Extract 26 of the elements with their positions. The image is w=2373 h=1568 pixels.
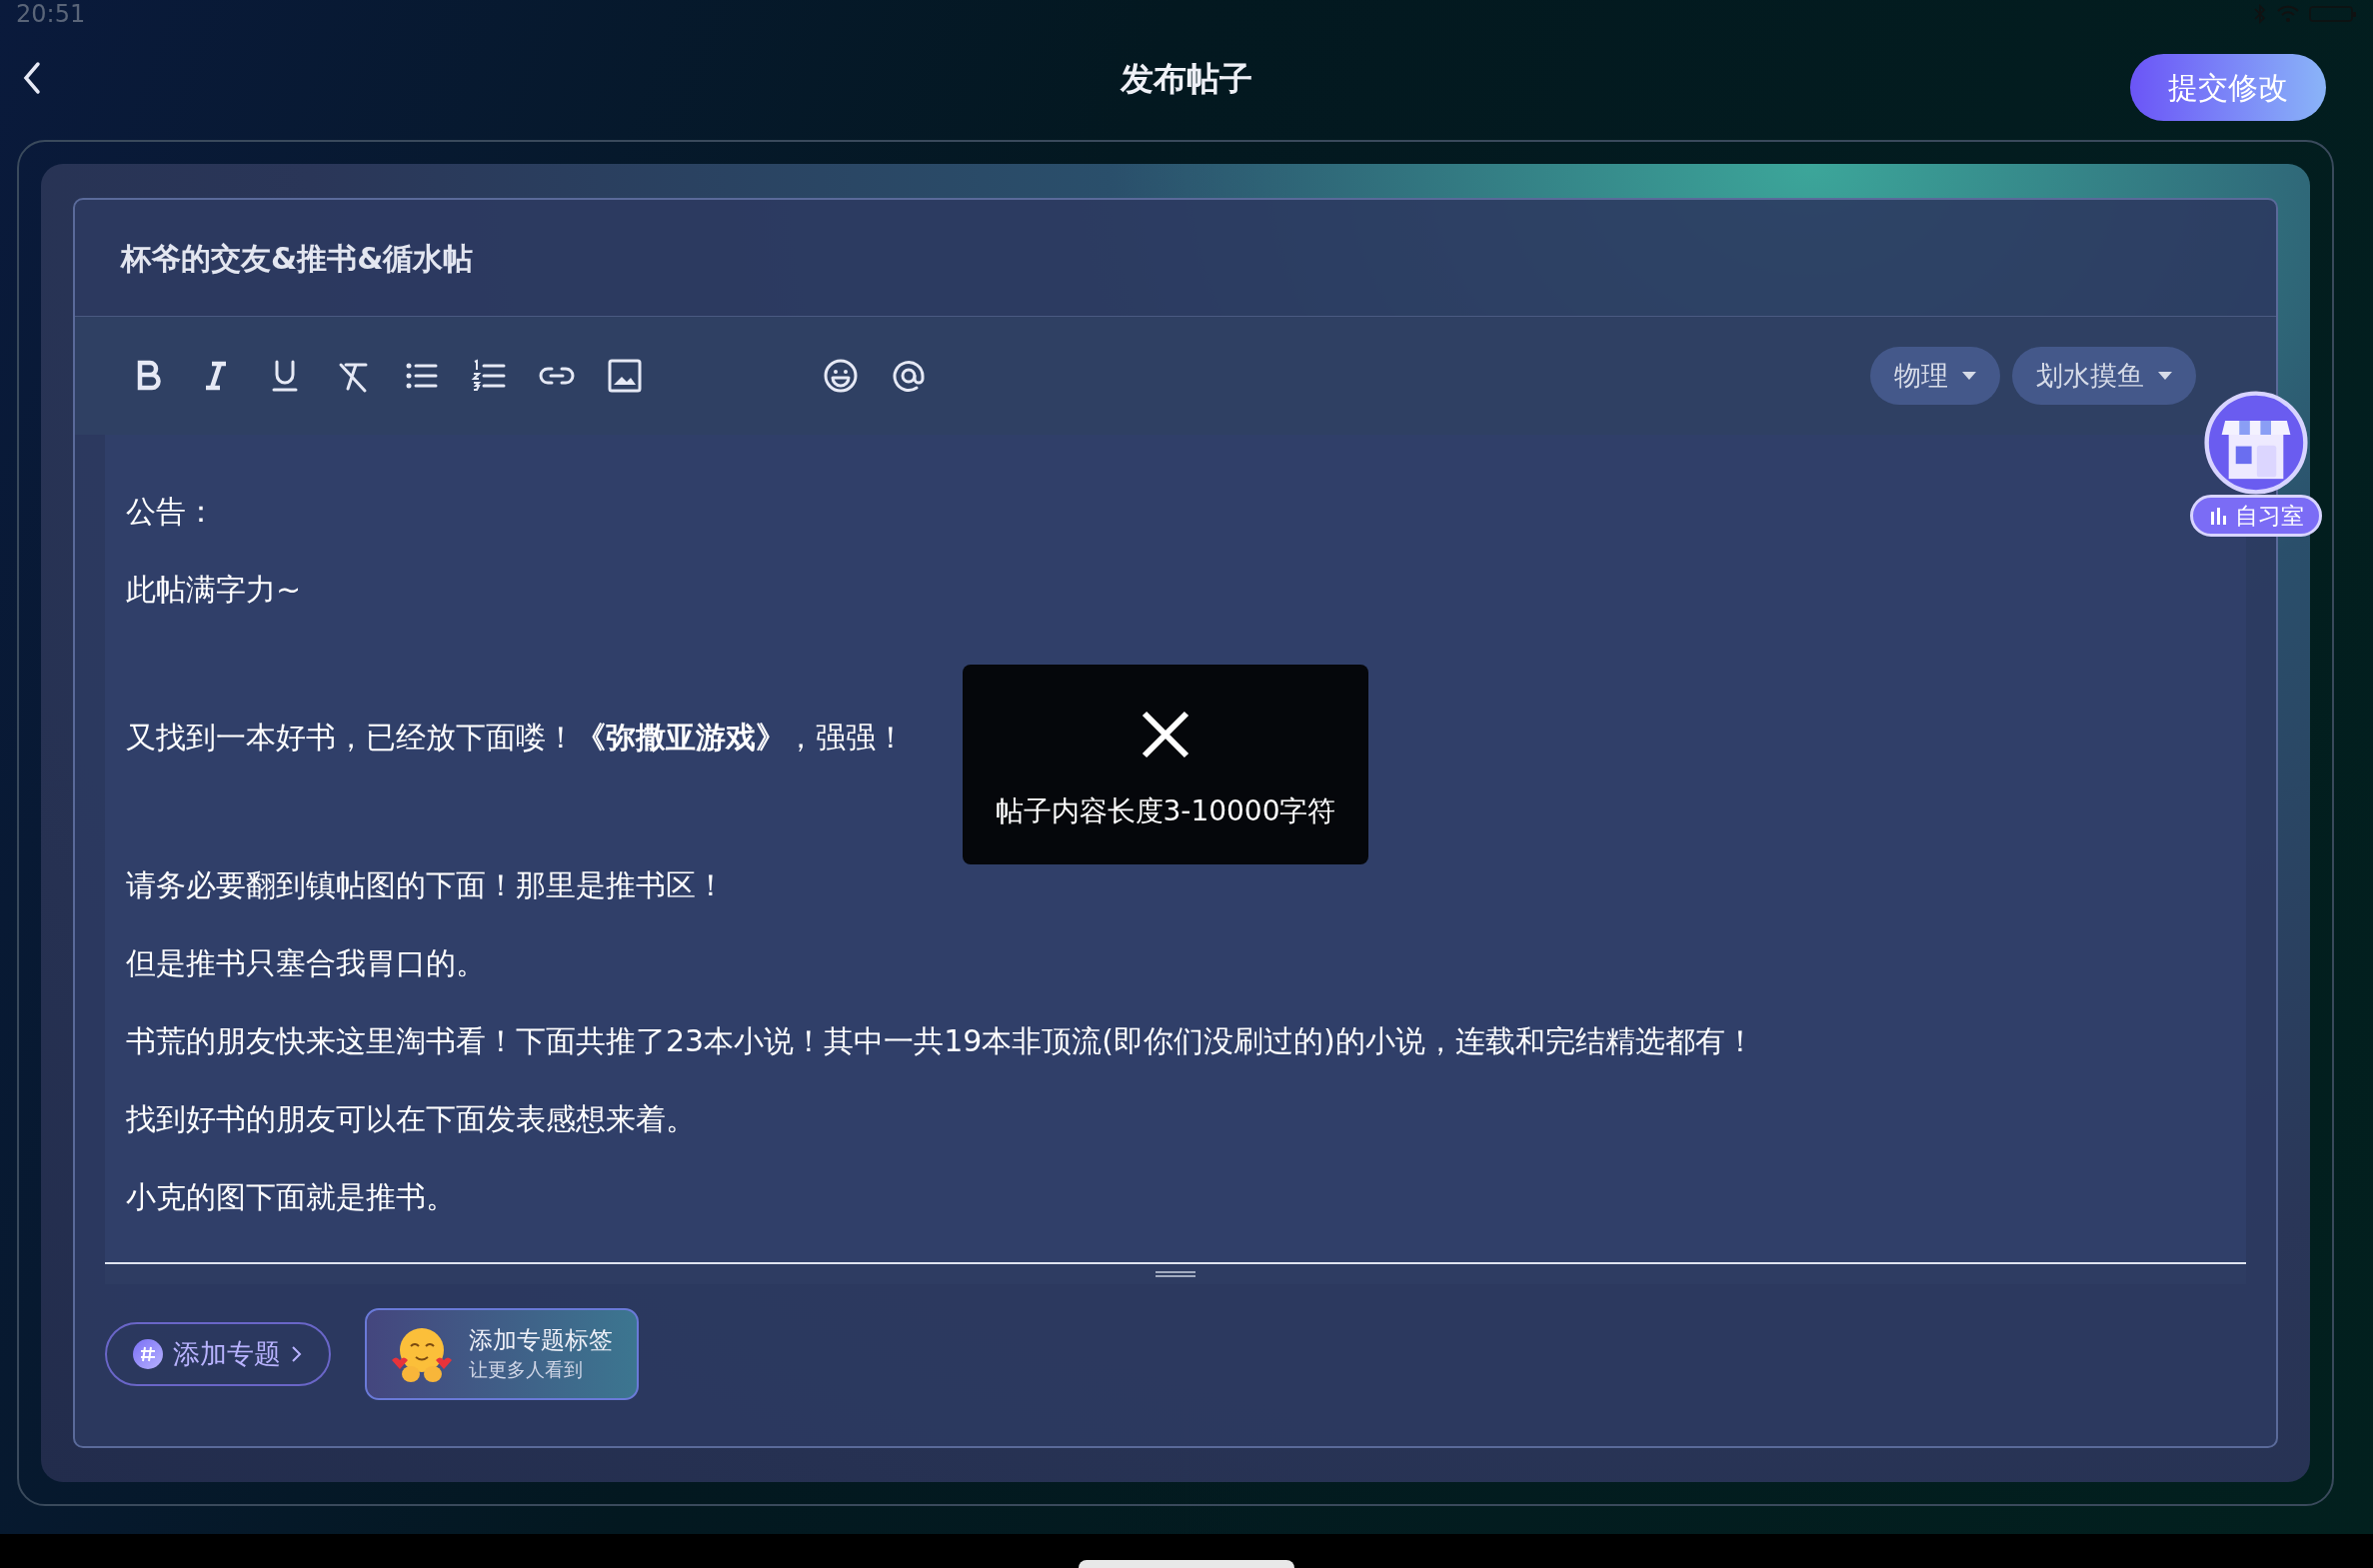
shop-icon [2204,391,2308,495]
paragraph: 请务必要翻到镇帖图的下面！那里是推书区！ [126,866,726,904]
caret-icon [2158,372,2172,380]
status-time: 20:51 [16,2,86,26]
category-dropdown[interactable]: 划水摸鱼 [2012,347,2196,405]
page-title: 发布帖子 [1121,58,1252,101]
hint-subtitle: 让更多人看到 [469,1357,584,1382]
category-dropdown[interactable]: 物理 [1870,347,2000,405]
hash-icon [133,1339,163,1369]
paragraph: 又找到一本好书，已经放下面喽！《弥撒亚游戏》，强强！ [126,719,906,757]
chevron-icon [291,1345,303,1363]
paragraph: 书荒的朋友快来这里淘书看！下面共推了23本小说！其中一共19本非顶流(即你们没刷过的)的小说，连载和完结精选都有！ [126,1022,1755,1060]
post-title: 杯爷的交友&推书&循水帖 [121,239,474,278]
paragraph: 此帖满字力~ [126,571,302,609]
chart-icon [2208,506,2229,526]
hint-title: 添加专题标签 [469,1325,613,1355]
paragraph: 但是推书只塞合我胃口的。 [126,944,486,982]
toast-message: 帖子内容长度3-10000字符 [995,793,1336,829]
paragraph: 公告： [126,493,216,531]
paragraph: 小克的图下面就是推书。 [126,1178,456,1216]
caret-icon [1962,372,1976,380]
close-icon [1142,711,1189,759]
resize-handle[interactable] [1156,1270,1195,1278]
submit-button[interactable]: 提交修改 [2130,54,2326,121]
paragraph: 找到好书的朋友可以在下面发表感想来着。 [126,1100,696,1138]
add-topic-button[interactable]: 添加专题 [105,1322,331,1386]
